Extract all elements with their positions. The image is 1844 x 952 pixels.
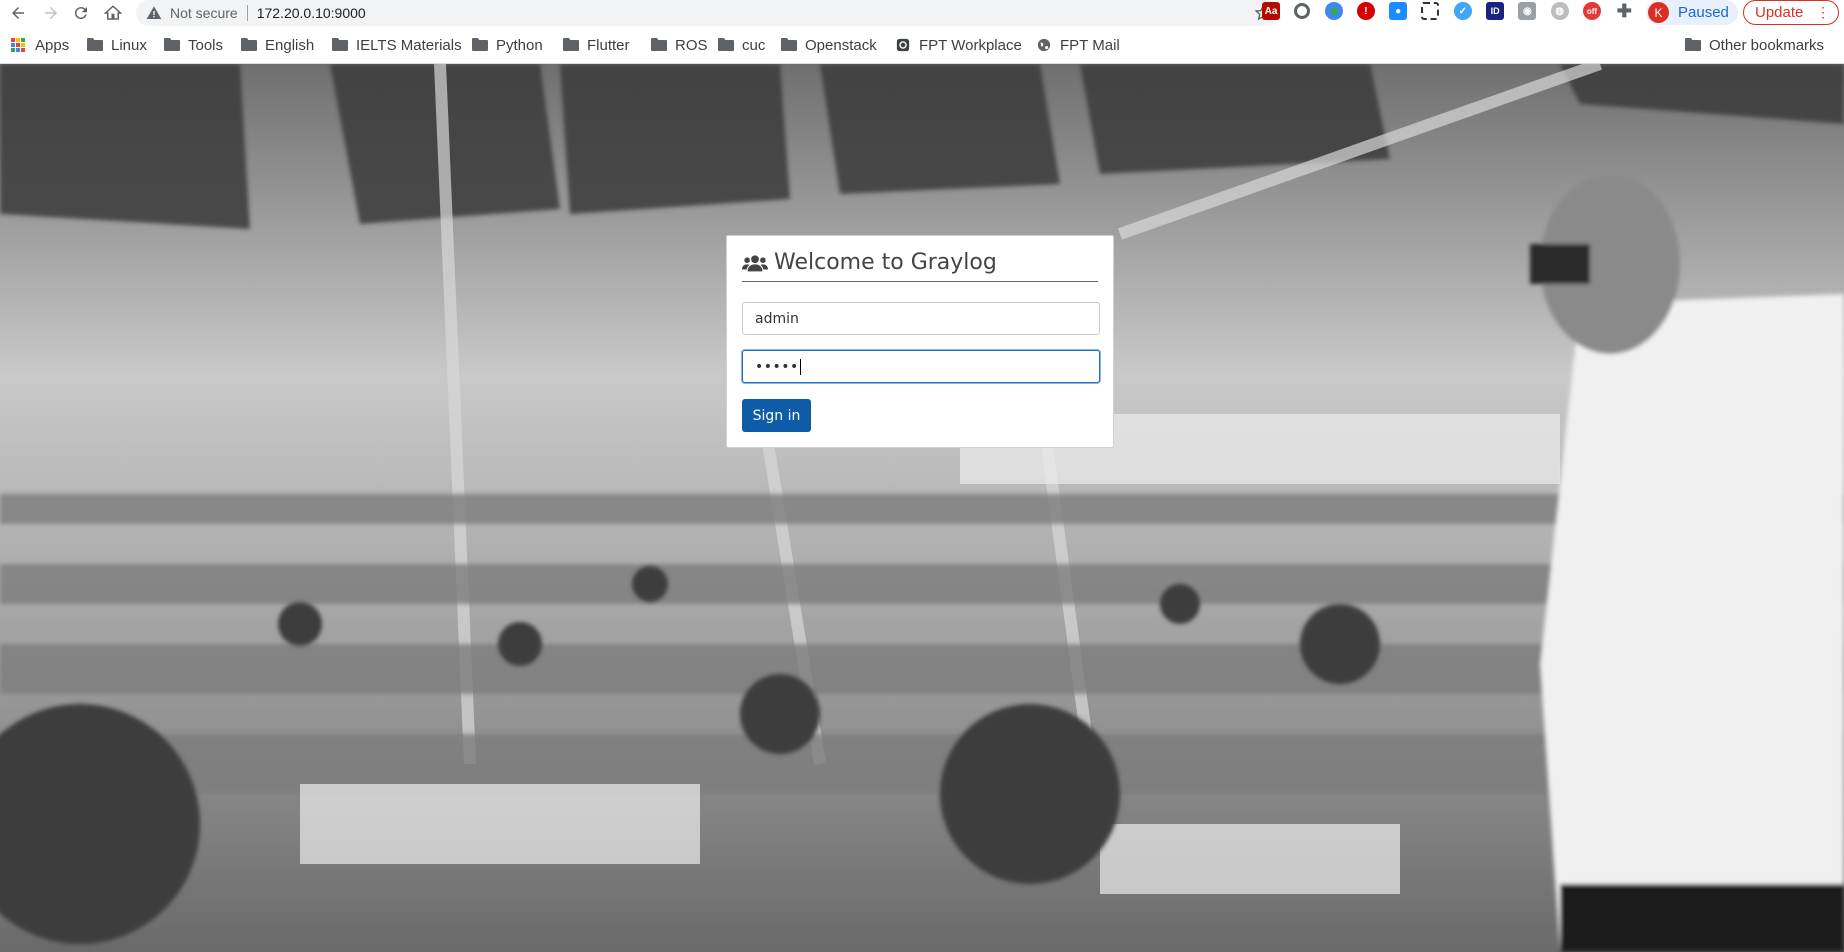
update-label: Update: [1755, 4, 1804, 21]
folder-icon: [781, 38, 797, 52]
folder-icon: [718, 38, 734, 52]
page-title: Welcome to Graylog: [774, 250, 997, 275]
bookmark-apps[interactable]: Apps: [6, 33, 74, 57]
bookmark-label: Apps: [35, 36, 70, 54]
earth-icon[interactable]: [1324, 2, 1343, 20]
folder-icon: [164, 38, 180, 52]
reload-button[interactable]: [70, 2, 92, 24]
bookmark-folder-linux[interactable]: Linux: [82, 33, 152, 57]
bookmark-label: Flutter: [587, 36, 630, 54]
browser-toolbar: Not secure 172.20.0.10:9000 Aa ! ● ✓ ID …: [0, 0, 1844, 26]
extensions-row: Aa ! ● ✓ ID ◉ ◍ off ✚: [1262, 1, 1648, 21]
home-icon: [104, 5, 122, 20]
more-vert-icon[interactable]: ⋮: [1816, 4, 1830, 21]
bookmark-label: Openstack: [805, 36, 877, 54]
page-content: Welcome to Graylog admin ••••• Sign in: [0, 64, 1844, 952]
sign-in-button[interactable]: Sign in: [742, 399, 811, 432]
address-bar[interactable]: Not secure 172.20.0.10:9000: [136, 0, 1280, 26]
apps-grid-icon: [11, 38, 25, 52]
folder-icon: [563, 38, 579, 52]
bookmark-other[interactable]: Other bookmarks: [1680, 33, 1829, 57]
bookmark-fpt-workplace[interactable]: FPT Workplace: [890, 33, 1027, 57]
folder-icon: [1685, 38, 1701, 52]
shield-icon[interactable]: !: [1356, 2, 1375, 20]
bookmark-folder-tools[interactable]: Tools: [159, 33, 228, 57]
warning-icon: [146, 6, 162, 19]
bookmark-folder-english[interactable]: English: [236, 33, 319, 57]
bookmark-label: Tools: [188, 36, 224, 54]
globe-icon[interactable]: ◍: [1550, 2, 1569, 20]
bookmark-label: FPT Workplace: [919, 36, 1022, 54]
folder-icon: [241, 38, 257, 52]
bookmark-folder-flutter[interactable]: Flutter: [558, 33, 635, 57]
users-icon: [742, 254, 768, 271]
profile-status: Paused: [1678, 4, 1729, 21]
avatar: K: [1648, 2, 1669, 23]
qr-icon[interactable]: [1421, 2, 1440, 20]
bookmark-label: English: [265, 36, 315, 54]
workplace-icon: [896, 38, 910, 52]
divider: [246, 5, 248, 21]
security-label[interactable]: Not secure: [170, 5, 238, 21]
login-panel: Welcome to Graylog admin ••••• Sign in: [726, 235, 1114, 448]
update-button[interactable]: Update ⋮: [1743, 0, 1839, 25]
bookmark-label: Other bookmarks: [1709, 36, 1825, 54]
password-input[interactable]: •••••: [742, 350, 1100, 383]
globe-icon: [1037, 38, 1051, 52]
bookmark-label: cuc: [742, 36, 766, 54]
folder-icon: [472, 38, 488, 52]
folder-icon: [87, 38, 103, 52]
bookmark-folder-ros[interactable]: ROS: [646, 33, 713, 57]
arrow-left-icon: [12, 7, 24, 19]
bookmarks-bar: Apps Linux Tools English IELTS Materials…: [0, 31, 1844, 59]
acrobat-icon[interactable]: Aa: [1262, 2, 1280, 20]
profile-button[interactable]: K Paused: [1646, 0, 1738, 25]
badge-icon[interactable]: off: [1582, 2, 1601, 20]
home-button[interactable]: [102, 2, 124, 24]
login-title: Welcome to Graylog: [742, 250, 1098, 282]
back-button[interactable]: [7, 2, 29, 24]
bookmark-label: Linux: [111, 36, 147, 54]
forward-button[interactable]: [40, 2, 62, 24]
background-image: [0, 64, 1844, 952]
username-input[interactable]: admin: [742, 302, 1100, 335]
bookmark-folder-openstack[interactable]: Openstack: [776, 33, 882, 57]
bookmark-folder-python[interactable]: Python: [467, 33, 548, 57]
reload-icon: [74, 7, 87, 20]
drop-icon[interactable]: ●: [1389, 2, 1408, 20]
id-icon[interactable]: ID: [1486, 2, 1505, 20]
text-caret: [799, 358, 801, 375]
arrow-right-icon: [45, 7, 57, 19]
puzzle-icon[interactable]: ✚: [1615, 1, 1633, 21]
password-value: •••••: [755, 358, 799, 375]
bookmark-label: IELTS Materials: [356, 36, 462, 54]
bookmark-label: Python: [496, 36, 543, 54]
bookmark-folder-cuc[interactable]: cuc: [713, 33, 770, 57]
url-text[interactable]: 172.20.0.10:9000: [257, 5, 366, 21]
folder-icon: [651, 38, 667, 52]
bookmark-label: FPT Mail: [1060, 36, 1120, 54]
bookmark-fpt-mail[interactable]: FPT Mail: [1031, 33, 1125, 57]
bookmark-label: ROS: [675, 36, 708, 54]
camera-icon[interactable]: ◉: [1518, 2, 1537, 20]
folder-icon: [332, 38, 348, 52]
bird-icon[interactable]: ✓: [1453, 2, 1472, 20]
circle-icon[interactable]: [1294, 3, 1311, 19]
username-value: admin: [755, 310, 799, 327]
bookmark-folder-ielts[interactable]: IELTS Materials: [327, 33, 467, 57]
